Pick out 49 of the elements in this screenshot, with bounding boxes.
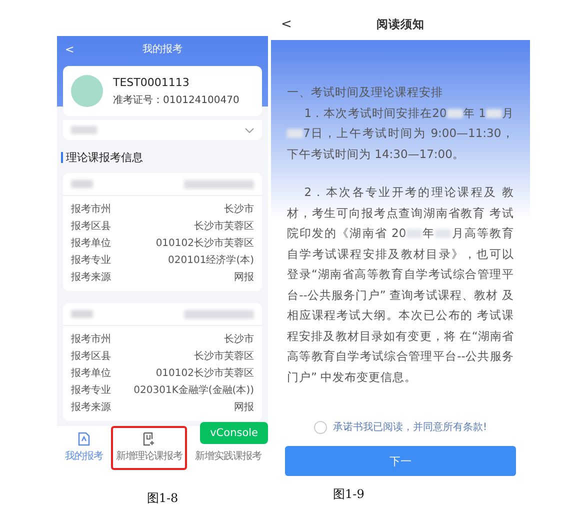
redacted-text [71, 180, 93, 188]
tab-item[interactable]: 我的报考 [57, 429, 111, 470]
redacted-text [71, 310, 93, 318]
field-label: 报考区县 [71, 220, 111, 232]
dropdown-field[interactable] [63, 120, 262, 140]
field-value: 长沙市 [224, 202, 254, 216]
field-value: 长沙市芙蓉区 [194, 220, 254, 232]
section-heading: 一、考试时间及理论课程安排 [287, 84, 444, 101]
redacted-text [184, 180, 254, 188]
field-value: 长沙市芙蓉区 [194, 350, 254, 362]
field-value: 010102长沙市芙蓉区 [156, 366, 254, 380]
field-label: 报考来源 [71, 400, 111, 414]
field-value: 长沙市 [224, 332, 254, 346]
redacted-text [184, 310, 254, 318]
figure-caption: 图1-8 [146, 490, 178, 507]
chevron-down-icon [245, 128, 254, 132]
figure-caption: 图1-9 [333, 486, 364, 503]
user-name: TEST0001113 [113, 76, 190, 88]
tab-item[interactable]: 新增理论课报考 [111, 426, 187, 470]
tab-item[interactable]: 新增实践课报考 [187, 446, 268, 470]
screen-title: 我的报考 [142, 42, 184, 56]
field-label: 报考单位 [71, 236, 111, 250]
field-label: 报考专业 [71, 254, 111, 266]
field-label: 报考来源 [71, 270, 111, 284]
field-value: 020101经济学(本) [168, 254, 254, 266]
field-label: 报考区县 [71, 350, 111, 362]
add-document-icon [143, 432, 155, 446]
field-label: 报考专业 [71, 384, 111, 396]
field-label: 报考市州 [71, 332, 111, 346]
agreement-label: 承诺书我已阅读，并同意所有条款! [332, 420, 487, 434]
next-button[interactable]: 下一 [285, 446, 516, 476]
back-button[interactable]: < [65, 42, 85, 56]
screen-title: 阅读须知 [376, 16, 426, 32]
redacted-text [71, 126, 97, 134]
document-icon [78, 432, 90, 446]
avatar [71, 75, 103, 107]
field-value: 020301K金融学(金融(本)) [134, 384, 254, 396]
radio-button[interactable] [314, 420, 327, 434]
notice-paragraph: 2．本次各专业开考的理论课程及 教材，考生可向报考点查询湖南省教育 考试院印发的《湖南省 20 年 月高等教育自学考试课程安排及教材目录》，也可以登录“湖南省高等教育自学考试综合管理平台--公共服务门户” 查询考试课程、教材 及相应课程考试大纲。本次已公布的 考试课程安排及教材目录如有变更，将 在“湖南省高等教育自学考试综合管理平台--公共服务门户” 中发布变更信息。 [287, 184, 514, 386]
vconsole-button[interactable]: vConsole [200, 422, 268, 444]
field-value: 网报 [234, 270, 254, 284]
exam-number: 准考证号：010124100470 [113, 94, 240, 106]
field-value: 网报 [234, 400, 254, 414]
back-button[interactable]: < [281, 16, 305, 32]
notice-paragraph: 1．本次考试时间安排在20 年 1 月 7日，上午考试时间为 9:00—11:30，下午考试时间为 14:30—17:00。 [287, 104, 514, 162]
field-value: 010102长沙市芙蓉区 [156, 236, 254, 250]
field-label: 报考市州 [71, 202, 111, 216]
field-label: 报考单位 [71, 366, 111, 380]
section-title: 理论课报考信息 [66, 150, 143, 165]
